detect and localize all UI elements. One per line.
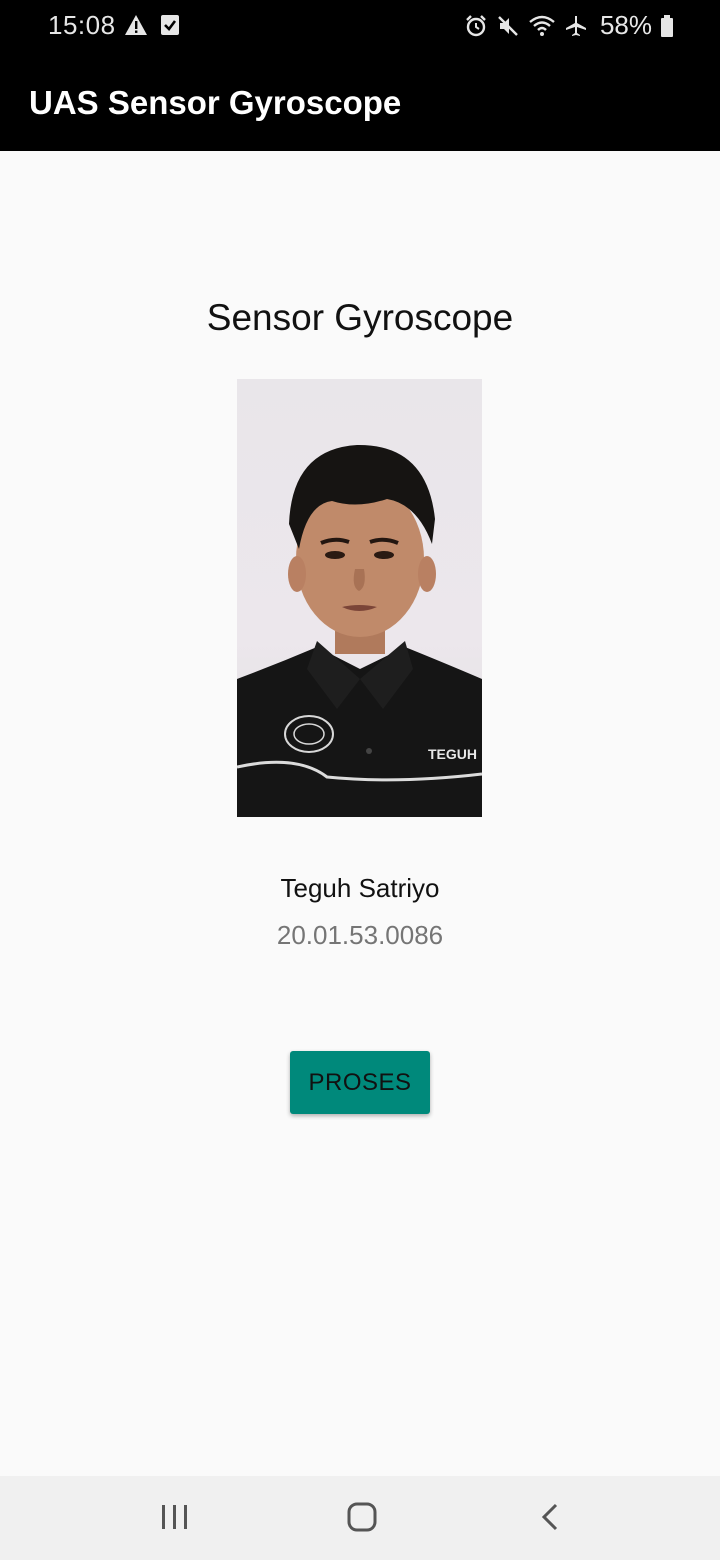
- student-name: Teguh Satriyo: [280, 873, 440, 903]
- mute-icon: [498, 15, 518, 36]
- warning-icon: [125, 15, 147, 35]
- page-heading: Sensor Gyroscope: [206, 297, 514, 338]
- status-left-icons: [124, 14, 180, 36]
- proses-button[interactable]: PROSES: [290, 1051, 430, 1114]
- back-icon[interactable]: [530, 1500, 570, 1536]
- wifi-icon: [529, 15, 555, 36]
- shirt-name-text: TEGUH: [428, 746, 477, 762]
- app-title: UAS Sensor Gyroscope: [29, 84, 402, 121]
- battery-icon: [661, 14, 673, 37]
- main-content: Sensor Gyroscope TEGUH Teguh Satriyo 20.…: [0, 151, 720, 1476]
- status-right-icons: 58%: [464, 10, 674, 41]
- checkbox-icon: [161, 15, 179, 35]
- portrait-illustration: TEGUH: [237, 444, 482, 817]
- recent-apps-icon[interactable]: [155, 1500, 195, 1536]
- status-bar: 15:08 58%: [0, 0, 720, 54]
- student-id: 20.01.53.0086: [276, 920, 444, 950]
- battery-percent: 58%: [599, 10, 652, 40]
- airplane-icon: [565, 15, 586, 36]
- app-bar: UAS Sensor Gyroscope: [0, 54, 720, 151]
- profile-photo: TEGUH: [237, 379, 482, 817]
- status-time: 15:08: [48, 10, 116, 40]
- alarm-icon: [466, 14, 486, 36]
- navigation-bar: [0, 1476, 720, 1560]
- home-icon[interactable]: [342, 1500, 382, 1536]
